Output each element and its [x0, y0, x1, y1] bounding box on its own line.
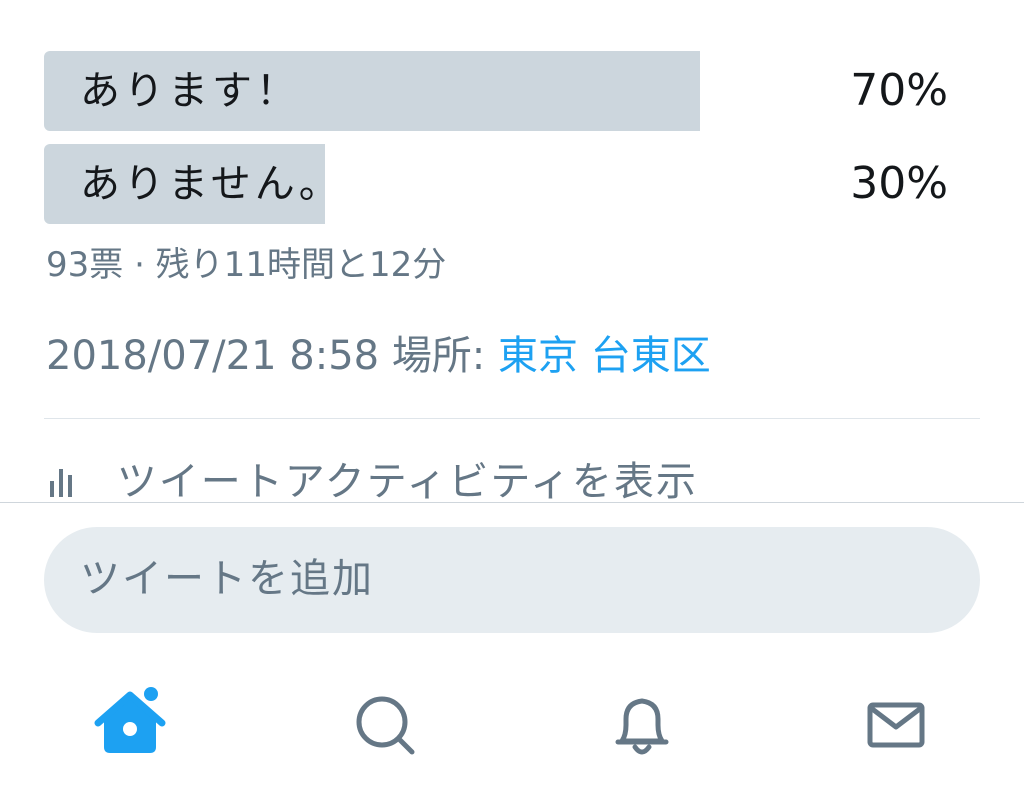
tab-bar	[0, 673, 1024, 773]
view-tweet-activity-link[interactable]: ツイートアクティビティを表示	[46, 452, 946, 508]
home-icon	[94, 687, 166, 753]
tab-home[interactable]	[90, 685, 170, 765]
tweet-detail-screen: あります！ 70% ありません。 30% 93票 · 残り11時間と12分 20…	[0, 0, 1024, 788]
poll-option-percent: 70%	[850, 65, 948, 116]
poll-option-label: ありません。	[80, 161, 343, 207]
poll-option-2: ありません。 30%	[44, 144, 980, 224]
tab-search[interactable]	[344, 685, 424, 765]
envelope-icon	[867, 702, 925, 748]
bottom-panel: ツイートを追加	[0, 502, 1024, 788]
poll-option-label: あります！	[80, 68, 300, 114]
tweet-timestamp-line: 2018/07/21 8:58 場所: 東京 台東区	[46, 328, 711, 384]
poll-meta: 93票 · 残り11時間と12分	[46, 245, 447, 285]
divider	[44, 418, 980, 419]
tab-notifications[interactable]	[602, 685, 682, 765]
tab-messages[interactable]	[856, 685, 936, 765]
bar-chart-icon	[46, 458, 82, 498]
location-link[interactable]: 東京 台東区	[498, 333, 711, 379]
bell-icon	[615, 698, 669, 755]
poll-option-1: あります！ 70%	[44, 51, 980, 131]
reply-input[interactable]: ツイートを追加	[44, 527, 980, 633]
location-label: 場所:	[391, 333, 486, 379]
poll-option-percent: 30%	[850, 158, 948, 209]
search-icon	[356, 696, 415, 755]
tweet-datetime: 2018/07/21 8:58	[46, 333, 380, 379]
reply-placeholder: ツイートを追加	[80, 556, 374, 602]
